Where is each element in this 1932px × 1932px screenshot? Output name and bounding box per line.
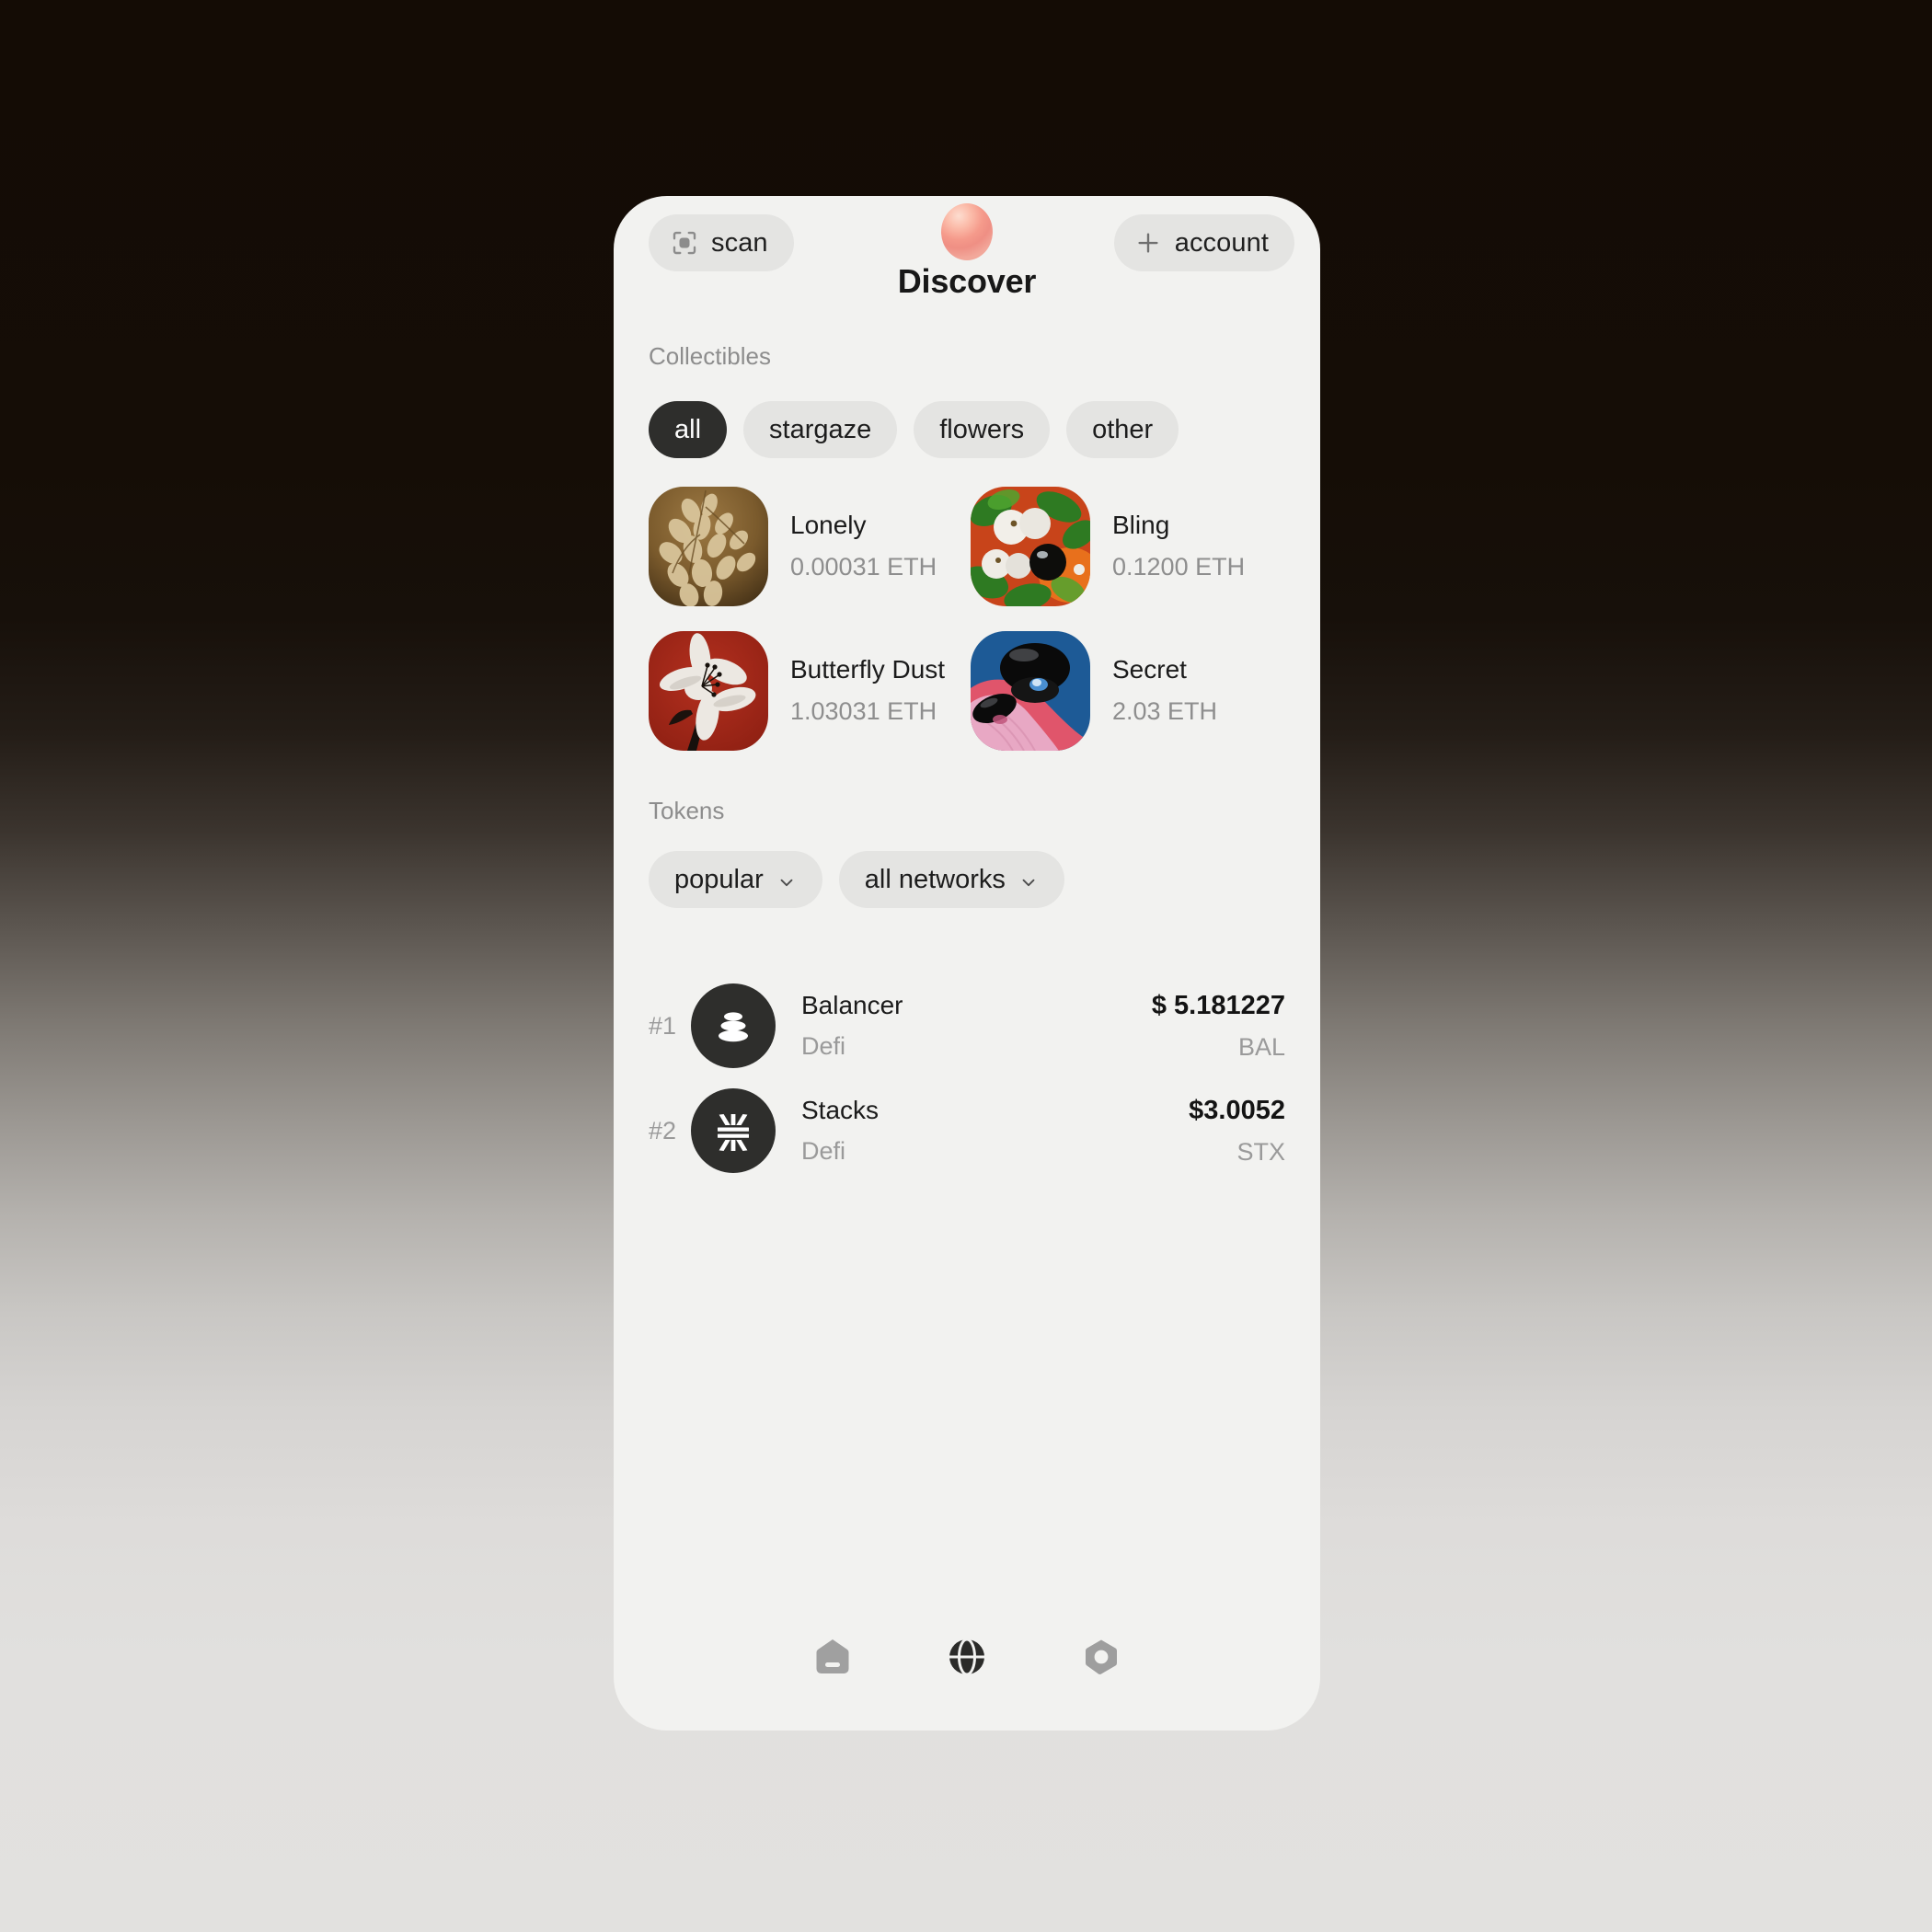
nav-item-home[interactable] <box>805 1631 860 1686</box>
filter-chip-flowers[interactable]: flowers <box>914 401 1051 458</box>
token-row[interactable]: #1 Balancer Defi $ 5.181227 BAL <box>614 973 1320 1078</box>
token-info: Balancer Defi <box>801 991 903 1061</box>
network-dropdown-all[interactable]: all networks <box>838 851 1064 908</box>
phone-screen: scan account Discover Collectibles all s… <box>614 196 1320 1731</box>
filter-chip-flowers-label: flowers <box>939 414 1025 444</box>
collectible-name: Butterfly Dust <box>790 655 946 684</box>
page-title: Discover <box>897 262 1037 300</box>
filter-chip-other[interactable]: other <box>1066 401 1179 458</box>
token-rank: #2 <box>649 1116 677 1144</box>
sort-dropdown-popular[interactable]: popular <box>649 851 822 908</box>
chevron-down-icon <box>1018 869 1039 890</box>
home-icon <box>811 1635 855 1684</box>
collectible-name: Lonely <box>790 511 867 539</box>
chevron-down-icon <box>776 869 797 890</box>
collectible-price: 0.1200 ETH <box>1112 553 1246 581</box>
token-filter-chips: popular all networks <box>649 851 1064 908</box>
collectible-meta: Lonely 0.00031 ETH <box>790 511 937 581</box>
hex-nut-icon <box>1079 1635 1123 1684</box>
collectible-name: Secret <box>1112 655 1187 684</box>
token-name: Stacks <box>801 1096 880 1124</box>
collectibles-grid: Lonely 0.00031 ETH Bling 0.1200 ETH Butt… <box>649 474 1320 763</box>
collectible-price: 2.03 ETH <box>1112 697 1218 725</box>
nav-item-settings[interactable] <box>1074 1631 1129 1686</box>
collectible-card[interactable]: Bling 0.1200 ETH <box>971 474 1293 618</box>
token-rank: #1 <box>649 1011 677 1040</box>
collectibles-section-label: Collectibles <box>649 342 771 370</box>
collectible-card[interactable]: Lonely 0.00031 ETH <box>649 474 971 618</box>
token-info: Stacks Defi <box>801 1096 879 1166</box>
balancer-logo <box>691 983 776 1068</box>
filter-chip-all[interactable]: all <box>649 401 728 458</box>
token-category: Defi <box>801 1032 846 1060</box>
collectible-card[interactable]: Butterfly Dust 1.03031 ETH <box>649 618 971 763</box>
token-name: Balancer <box>801 991 903 1019</box>
tokens-section-label: Tokens <box>649 797 725 824</box>
collectible-meta: Butterfly Dust 1.03031 ETH <box>790 655 945 726</box>
token-price: $ 5.181227 <box>1151 990 1285 1020</box>
collectible-card[interactable]: Secret 2.03 ETH <box>971 618 1293 763</box>
token-price-block: $3.0052 STX <box>1189 1096 1285 1167</box>
top-bar: scan account Discover <box>614 196 1320 306</box>
collectible-thumbnail <box>649 486 768 606</box>
token-symbol: STX <box>1236 1137 1285 1166</box>
collectible-price: 0.00031 ETH <box>790 553 937 581</box>
network-dropdown-label: all networks <box>864 864 1006 894</box>
scan-icon <box>671 229 698 257</box>
filter-chip-all-label: all <box>674 414 702 444</box>
collectible-meta: Secret 2.03 ETH <box>1112 655 1217 726</box>
stacks-logo <box>691 1088 776 1173</box>
plus-icon <box>1134 229 1162 257</box>
collectible-thumbnail <box>971 486 1090 606</box>
token-price-block: $ 5.181227 BAL <box>1152 991 1285 1062</box>
scan-label: scan <box>711 227 768 258</box>
filter-chip-stargaze[interactable]: stargaze <box>743 401 898 458</box>
filter-chip-other-label: other <box>1092 414 1154 444</box>
globe-icon <box>945 1635 989 1684</box>
collectible-name: Bling <box>1112 511 1170 539</box>
token-category: Defi <box>801 1137 846 1165</box>
sort-dropdown-label: popular <box>674 864 764 894</box>
account-label: account <box>1174 227 1269 258</box>
collectible-filter-chips: all stargaze flowers other <box>649 401 1179 458</box>
collectible-price: 1.03031 ETH <box>790 697 937 725</box>
collectible-meta: Bling 0.1200 ETH <box>1112 511 1245 581</box>
collectible-thumbnail <box>649 630 768 751</box>
bottom-nav <box>614 1631 1320 1686</box>
nav-item-discover[interactable] <box>939 1631 995 1686</box>
token-price: $3.0052 <box>1189 1095 1285 1125</box>
token-row[interactable]: #2 Stacks Defi $3.0052 STX <box>614 1078 1320 1183</box>
avatar[interactable] <box>941 203 993 260</box>
filter-chip-stargaze-label: stargaze <box>769 414 872 444</box>
collectible-thumbnail <box>971 630 1090 751</box>
token-symbol: BAL <box>1237 1032 1285 1061</box>
